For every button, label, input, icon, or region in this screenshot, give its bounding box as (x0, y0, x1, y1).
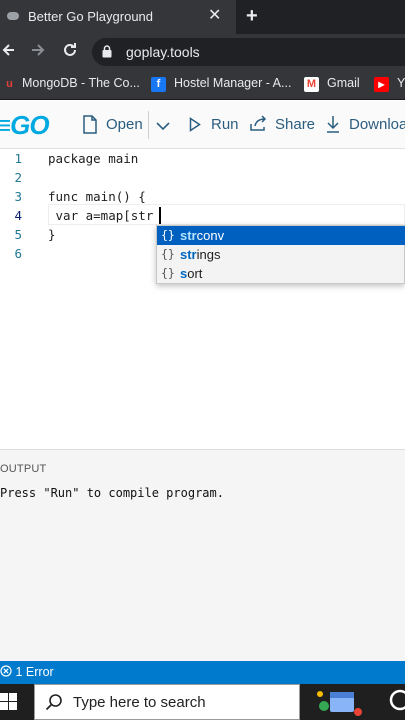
bookmark-hostel-manager[interactable]: Hostel Manager - A... (174, 76, 291, 90)
module-braces-icon: {} (161, 228, 175, 242)
line-number: 2 (14, 170, 22, 185)
line-number: 5 (14, 227, 22, 242)
download-button[interactable]: Download (349, 116, 405, 133)
output-panel: OUTPUT Press "Run" to compile program. (0, 449, 405, 661)
code-line[interactable]: var a=map[str (48, 206, 154, 225)
toolbar-divider (148, 111, 149, 139)
tab-title: Better Go Playground (28, 9, 154, 24)
code-line[interactable]: func main() { (48, 187, 146, 206)
windows-start-icon[interactable] (0, 690, 24, 714)
suggestion-strconv[interactable]: {} strconv (157, 226, 405, 245)
browser-tab-strip: Better Go Playground ✕ + (0, 0, 405, 34)
autocomplete-popup: {} strconv {} strings {} sort (156, 225, 405, 284)
run-play-icon (189, 117, 201, 137)
new-tab-button[interactable]: + (246, 4, 258, 28)
reload-icon[interactable] (61, 40, 79, 66)
share-button[interactable]: Share (275, 116, 315, 133)
code-line[interactable]: } (48, 225, 56, 244)
youtube-icon: ▶ (374, 77, 389, 92)
open-file-icon (82, 115, 98, 139)
line-number: 4 (14, 208, 22, 223)
code-editor[interactable]: 1 package main 2 3 func main() { 4 var a… (0, 149, 405, 449)
lock-icon[interactable] (102, 45, 112, 58)
text-cursor (159, 207, 161, 224)
suggestion-label: strings (180, 247, 221, 262)
bookmark-gmail[interactable]: Gmail (327, 76, 360, 90)
error-circle-icon (0, 665, 12, 677)
line-number: 3 (14, 189, 22, 204)
bookmark-mongodb[interactable]: MongoDB - The Co... (22, 76, 140, 90)
address-bar[interactable]: goplay.tools (92, 38, 405, 66)
suggestion-label: sort (180, 266, 203, 281)
mongodb-icon: u (6, 78, 13, 90)
url-text: goplay.tools (126, 44, 200, 60)
go-logo[interactable]: ≡GO (0, 110, 50, 140)
suggestion-sort[interactable]: {} sort (157, 264, 405, 283)
line-number: 6 (14, 246, 22, 261)
share-icon (249, 115, 268, 137)
output-text: Press "Run" to compile program. (0, 486, 224, 500)
suggestion-strings[interactable]: {} strings (157, 245, 405, 264)
line-number: 1 (14, 151, 22, 166)
module-braces-icon: {} (161, 247, 175, 261)
cortana-icon[interactable] (388, 688, 405, 719)
browser-tab[interactable]: Better Go Playground ✕ (0, 0, 236, 34)
module-braces-icon: {} (161, 266, 175, 280)
search-placeholder: Type here to search (73, 694, 206, 711)
error-count[interactable]: 1 Error (0, 665, 54, 679)
bookmarks-bar: u MongoDB - The Co... f Hostel Manager -… (0, 70, 405, 100)
forward-arrow-icon[interactable] (30, 40, 46, 66)
open-button[interactable]: Open (106, 116, 143, 133)
taskbar-search-box[interactable]: Type here to search (34, 684, 300, 720)
run-button[interactable]: Run (211, 116, 239, 133)
chevron-down-icon[interactable] (156, 118, 170, 136)
gmail-icon: M (304, 77, 319, 92)
windows-taskbar: Type here to search (0, 684, 405, 720)
playground-header: ≡GO Open Run Share Download (0, 101, 405, 149)
suggestion-label: strconv (180, 228, 225, 243)
output-heading: OUTPUT (0, 463, 47, 475)
go-favicon-icon (6, 9, 20, 23)
download-icon (326, 115, 340, 138)
search-icon (45, 693, 63, 716)
calendar-widget-icon[interactable] (312, 686, 362, 718)
code-line[interactable]: package main (48, 149, 138, 168)
back-arrow-icon[interactable] (2, 40, 16, 66)
facebook-icon: f (151, 77, 166, 92)
browser-toolbar: goplay.tools (0, 34, 405, 70)
close-tab-icon[interactable]: ✕ (208, 7, 221, 25)
status-bar: 1 Error (0, 661, 405, 684)
bookmark-youtube[interactable]: Y (397, 76, 405, 90)
